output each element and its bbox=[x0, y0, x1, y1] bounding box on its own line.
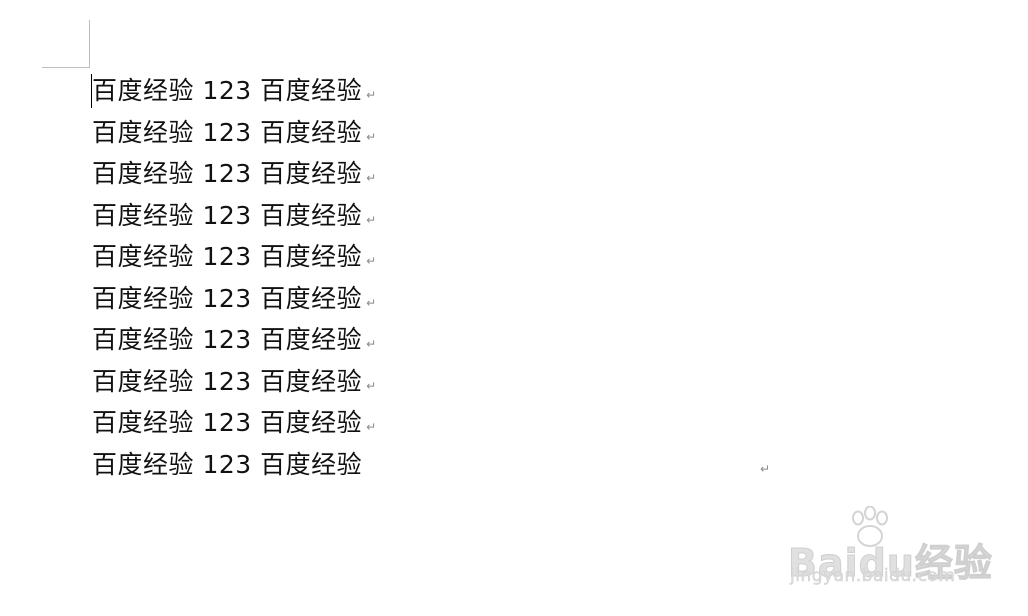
margin-corner-mark-horizontal bbox=[42, 67, 90, 68]
paragraph[interactable]: 百度经验 123 百度经验 ↵ bbox=[92, 112, 812, 154]
paragraph-text[interactable]: 百度经验 123 百度经验 bbox=[92, 153, 362, 194]
paragraph[interactable]: 百度经验 123 百度经验 ↵ bbox=[92, 195, 812, 237]
paragraph[interactable]: 百度经验 123 百度经验 ↵ bbox=[92, 402, 812, 444]
paragraph[interactable]: 百度经验 123 百度经验 ↵ bbox=[92, 153, 812, 195]
document-page[interactable]: 百度经验 123 百度经验 ↵ 百度经验 123 百度经验 ↵ 百度经验 123 百… bbox=[0, 0, 1028, 616]
paragraph-text[interactable]: 百度经验 123 百度经验 bbox=[92, 444, 362, 485]
paragraph[interactable]: 百度经验 123 百度经验 ↵ bbox=[92, 319, 812, 361]
paragraph-mark-icon: ↵ bbox=[760, 461, 771, 476]
document-body[interactable]: 百度经验 123 百度经验 ↵ 百度经验 123 百度经验 ↵ 百度经验 123 百… bbox=[92, 70, 812, 485]
margin-corner-mark-vertical bbox=[89, 20, 90, 68]
paragraph[interactable]: 百度经验 123 百度经验 ↵ bbox=[92, 70, 812, 112]
paragraph-text[interactable]: 百度经验 123 百度经验 bbox=[92, 402, 362, 443]
paragraph[interactable]: 百度经验 123 百度经验 ↵ bbox=[92, 361, 812, 403]
watermark-url: jingyan.baidu.com bbox=[790, 566, 956, 587]
paragraph-text[interactable]: 百度经验 123 百度经验 bbox=[92, 112, 362, 153]
paragraph[interactable]: 百度经验 123 百度经验 ↵ bbox=[92, 278, 812, 320]
paragraph-text[interactable]: 百度经验 123 百度经验 bbox=[92, 278, 362, 319]
paragraph-text[interactable]: 百度经验 123 百度经验 bbox=[92, 319, 362, 360]
paragraph-text[interactable]: 百度经验 123 百度经验 bbox=[92, 70, 362, 111]
paragraph-text[interactable]: 百度经验 123 百度经验 bbox=[92, 236, 362, 277]
baidu-jingyan-watermark: Baidu经验 jingyan.baidu.com bbox=[788, 502, 992, 602]
paragraph[interactable]: 百度经验 123 百度经验 ↵ bbox=[92, 444, 812, 486]
paragraph[interactable]: 百度经验 123 百度经验 ↵ bbox=[92, 236, 812, 278]
paragraph-text[interactable]: 百度经验 123 百度经验 bbox=[92, 195, 362, 236]
paragraph-text[interactable]: 百度经验 123 百度经验 bbox=[92, 361, 362, 402]
